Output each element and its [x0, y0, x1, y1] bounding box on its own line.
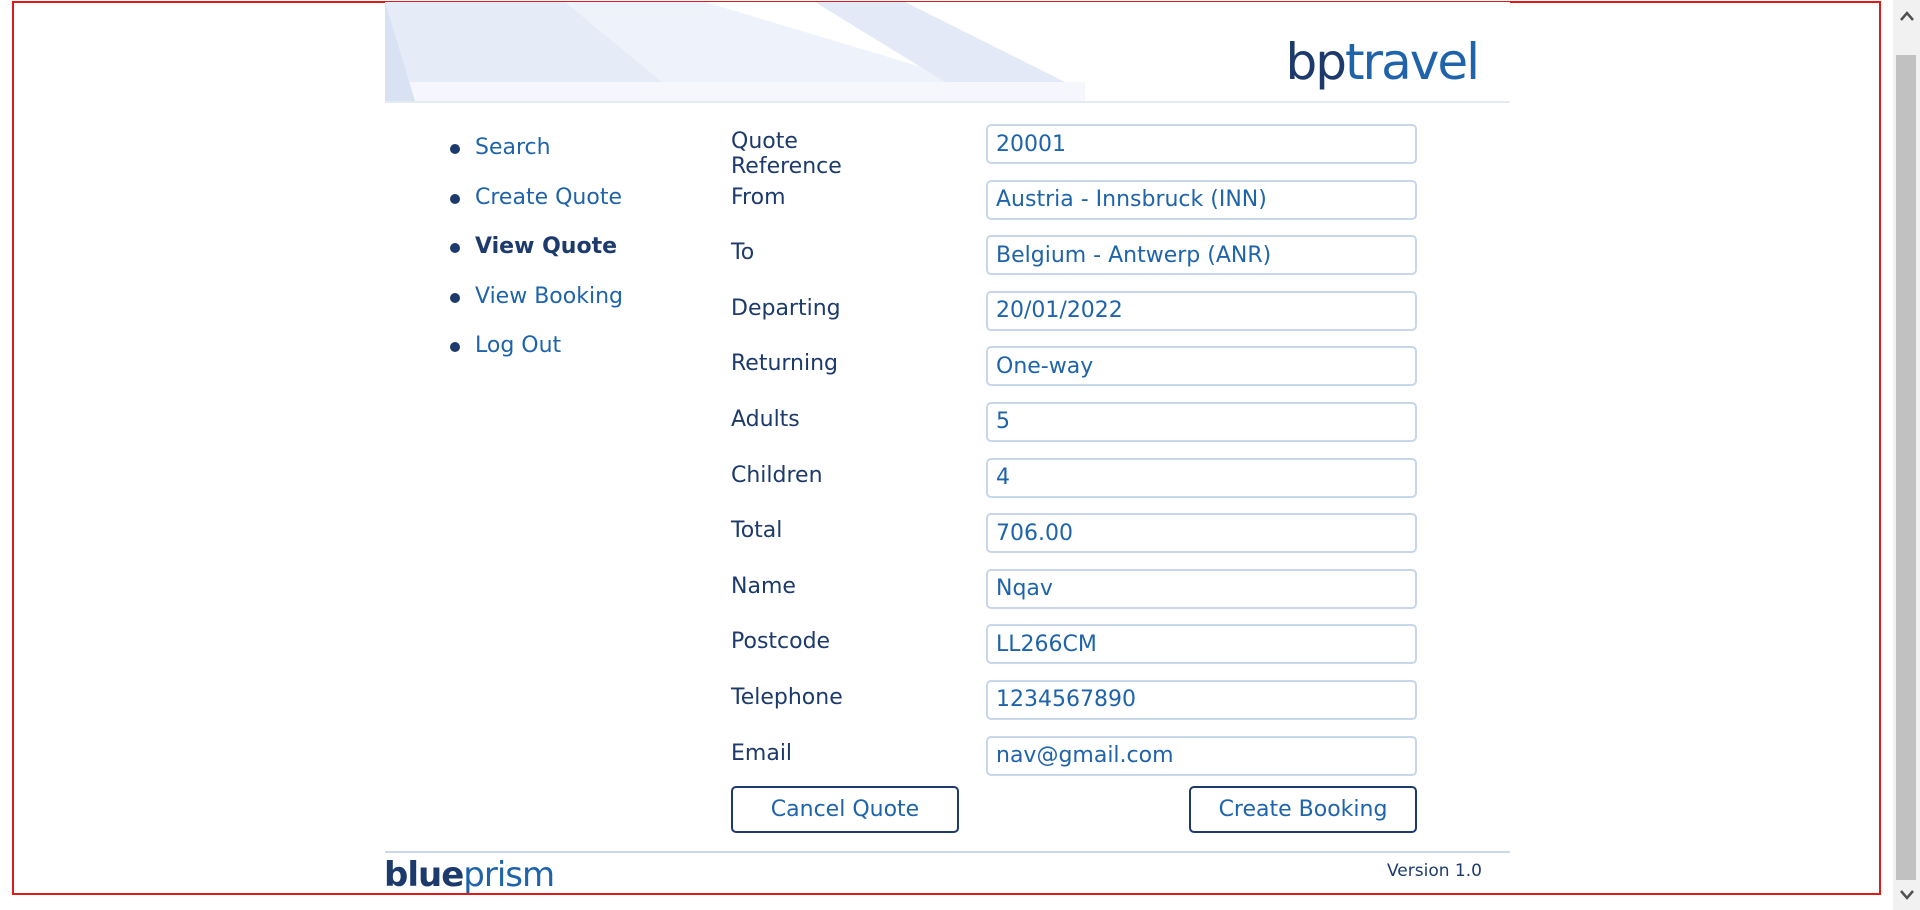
scroll-down-arrow-icon[interactable]: [1893, 881, 1920, 908]
departing-label: Departing: [731, 295, 841, 321]
banner-decoration: [385, 2, 1085, 101]
telephone-label: Telephone: [731, 684, 843, 710]
adults-label: Adults: [731, 406, 800, 432]
returning-field[interactable]: [986, 346, 1417, 387]
postcode-label: Postcode: [731, 629, 831, 655]
children-label: Children: [731, 462, 823, 488]
adults-field[interactable]: [986, 401, 1417, 442]
email-field[interactable]: [986, 735, 1417, 776]
scroll-up-arrow-icon[interactable]: [1893, 2, 1920, 29]
create-booking-button[interactable]: Create Booking: [1189, 786, 1417, 833]
blueprism-logo: blueprism: [384, 855, 555, 895]
quote-reference-label: Quote Reference: [731, 129, 842, 179]
logo-travel-text: travel: [1344, 33, 1480, 91]
to-field[interactable]: [986, 235, 1417, 276]
header-banner: bptravel: [385, 2, 1510, 103]
nav-item-search[interactable]: Search: [450, 130, 623, 180]
from-label: From: [731, 184, 786, 210]
vertical-scrollbar[interactable]: [1893, 0, 1920, 910]
email-label: Email: [731, 740, 793, 766]
scroll-thumb[interactable]: [1896, 55, 1916, 880]
bptravel-logo: bptravel: [1285, 32, 1480, 92]
name-field[interactable]: [986, 568, 1417, 609]
telephone-field[interactable]: [986, 679, 1417, 720]
nav-item-log-out[interactable]: Log Out: [450, 328, 623, 378]
total-label: Total: [731, 518, 783, 544]
nav-link-search[interactable]: Search: [475, 135, 551, 160]
total-field[interactable]: [986, 513, 1417, 554]
returning-label: Returning: [731, 351, 839, 377]
footer-divider: [385, 851, 1510, 853]
browser-frame: [12, 1, 1881, 895]
side-nav: Search Create Quote View Quote View Book…: [450, 130, 623, 378]
nav-link-log-out[interactable]: Log Out: [475, 333, 561, 358]
logo-bp-text: bp: [1285, 33, 1347, 91]
postcode-field[interactable]: [986, 624, 1417, 665]
quote-reference-field[interactable]: [986, 124, 1417, 164]
nav-item-view-quote[interactable]: View Quote: [450, 229, 623, 279]
nav-item-create-quote[interactable]: Create Quote: [450, 180, 623, 230]
version-label: Version 1.0: [1387, 861, 1482, 881]
to-label: To: [731, 240, 755, 266]
nav-link-view-booking[interactable]: View Booking: [475, 284, 623, 309]
name-label: Name: [731, 573, 796, 599]
nav-item-view-booking[interactable]: View Booking: [450, 279, 623, 329]
departing-field[interactable]: [986, 290, 1417, 331]
nav-link-view-quote[interactable]: View Quote: [475, 234, 617, 259]
children-field[interactable]: [986, 457, 1417, 498]
from-field[interactable]: [986, 179, 1417, 220]
nav-link-create-quote[interactable]: Create Quote: [475, 185, 622, 210]
cancel-quote-button[interactable]: Cancel Quote: [731, 786, 959, 833]
logo-prism-text: prism: [463, 855, 555, 895]
logo-blue-text: blue: [384, 855, 464, 895]
